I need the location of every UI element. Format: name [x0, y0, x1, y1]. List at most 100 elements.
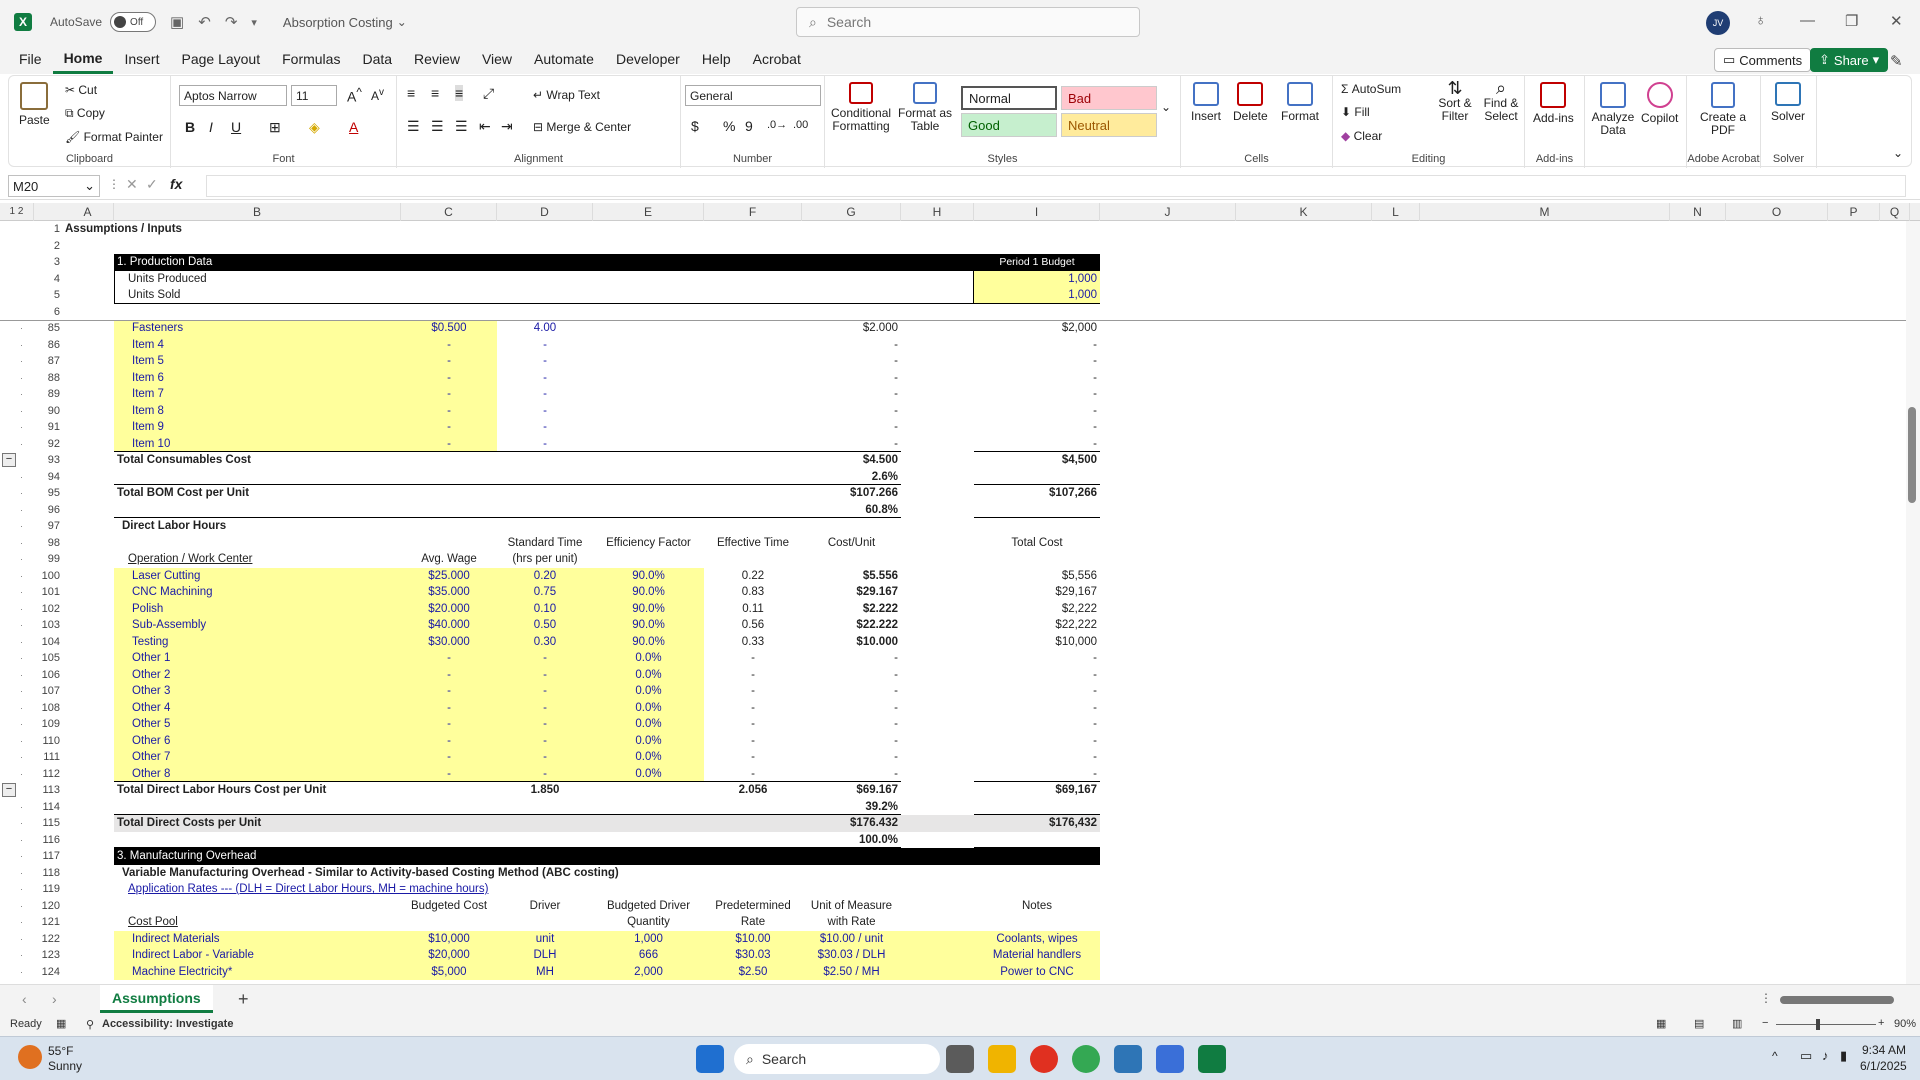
- style-neutral[interactable]: Neutral: [1061, 113, 1157, 137]
- decrease-decimal-icon[interactable]: .00: [793, 119, 808, 131]
- horizontal-scrollbar[interactable]: [1780, 996, 1894, 1004]
- tab-formulas[interactable]: Formulas: [271, 44, 351, 74]
- row-number[interactable]: 4: [34, 271, 60, 288]
- row-number[interactable]: 111: [34, 749, 60, 766]
- row-number[interactable]: 102: [34, 601, 60, 618]
- fill-button[interactable]: ⬇ Fill: [1341, 105, 1370, 119]
- restore-icon[interactable]: ❐: [1845, 12, 1858, 30]
- font-color-icon[interactable]: A: [349, 119, 358, 135]
- align-left-icon[interactable]: ☰: [407, 118, 420, 135]
- row-number[interactable]: 99: [34, 551, 60, 568]
- find-select-button[interactable]: ⌕ Find & Select: [1479, 79, 1523, 123]
- worksheet-grid[interactable]: 1 Assumptions / Inputs 2 3 1. Production Dat…: [0, 221, 1910, 984]
- comma-icon[interactable]: 9: [745, 118, 753, 134]
- row-number[interactable]: 124: [34, 964, 60, 981]
- tab-view[interactable]: View: [471, 44, 523, 74]
- cut-button[interactable]: ✂ Cut: [65, 83, 97, 97]
- row-number[interactable]: 108: [34, 700, 60, 717]
- formula-input[interactable]: [206, 175, 1906, 197]
- row-number[interactable]: 94: [34, 469, 60, 486]
- vertical-scrollbar[interactable]: [1906, 221, 1920, 984]
- row-number[interactable]: 100: [34, 568, 60, 585]
- format-painter-button[interactable]: 🖌 Format Painter: [65, 130, 163, 144]
- align-top-icon[interactable]: ≡: [407, 85, 415, 101]
- excel-taskbar-icon[interactable]: [1198, 1045, 1226, 1073]
- tab-home[interactable]: Home: [52, 44, 114, 74]
- align-center-icon[interactable]: ☰: [431, 118, 444, 135]
- avatar[interactable]: JV: [1706, 11, 1730, 35]
- network-icon[interactable]: ▭: [1800, 1048, 1812, 1064]
- undo-icon[interactable]: ↶: [198, 13, 211, 31]
- comments-button[interactable]: ▭ Comments: [1714, 48, 1812, 72]
- underline-icon[interactable]: U: [231, 119, 241, 135]
- currency-icon[interactable]: $: [691, 118, 699, 134]
- battery-icon[interactable]: ▮: [1840, 1048, 1847, 1064]
- row-number[interactable]: 122: [34, 931, 60, 948]
- format-as-table-button[interactable]: Format as Table: [897, 82, 953, 133]
- task-view-icon[interactable]: [946, 1045, 974, 1073]
- copy-button[interactable]: ⧉ Copy: [65, 106, 105, 121]
- row-number[interactable]: 118: [34, 865, 60, 882]
- save-icon[interactable]: ▣: [170, 13, 184, 31]
- customize-toolbar-icon[interactable]: ▾: [251, 16, 257, 29]
- copilot-pane-icon[interactable]: ✎: [1890, 52, 1903, 70]
- clear-button[interactable]: ◆ Clear: [1341, 129, 1382, 143]
- column-header-b[interactable]: B: [114, 203, 401, 221]
- close-icon[interactable]: ✕: [1890, 12, 1903, 30]
- row-number[interactable]: 87: [34, 353, 60, 370]
- row-number[interactable]: 112: [34, 766, 60, 783]
- row-number[interactable]: 114: [34, 799, 60, 816]
- styles-more-icon[interactable]: ⌄: [1161, 100, 1171, 114]
- row-number[interactable]: 109: [34, 716, 60, 733]
- merge-center-button[interactable]: ⊟ Merge & Center: [533, 120, 631, 134]
- row-number[interactable]: 117: [34, 848, 60, 865]
- column-header-f[interactable]: F: [704, 203, 802, 221]
- zoom-out-icon[interactable]: −: [1762, 1017, 1768, 1029]
- clock-time[interactable]: 9:34 AM: [1862, 1043, 1906, 1057]
- row-number[interactable]: 96: [34, 502, 60, 519]
- row-number[interactable]: 104: [34, 634, 60, 651]
- lightbulb-icon[interactable]: ♁: [1755, 12, 1766, 29]
- tab-help[interactable]: Help: [691, 44, 742, 74]
- borders-icon[interactable]: ⊞: [269, 119, 281, 136]
- snipping-tool-icon[interactable]: [1114, 1045, 1142, 1073]
- row-number[interactable]: 98: [34, 535, 60, 552]
- increase-indent-icon[interactable]: ⇥: [501, 118, 513, 135]
- sheet-options-icon[interactable]: ⋮: [1760, 991, 1772, 1005]
- conditional-formatting-button[interactable]: Conditional Formatting: [831, 82, 891, 133]
- page-layout-view-icon[interactable]: ▤: [1694, 1017, 1704, 1030]
- row-number[interactable]: 123: [34, 947, 60, 964]
- create-pdf-button[interactable]: Create a PDF: [1699, 82, 1747, 137]
- paste-button[interactable]: Paste: [19, 82, 50, 127]
- decrease-indent-icon[interactable]: ⇤: [479, 118, 491, 135]
- zoom-in-icon[interactable]: +: [1878, 1017, 1884, 1029]
- autosave-toggle[interactable]: Off: [110, 12, 157, 32]
- row-number[interactable]: 5: [34, 287, 60, 304]
- column-header-q[interactable]: Q: [1880, 203, 1910, 221]
- row-number[interactable]: 113: [34, 782, 60, 799]
- accessibility-icon[interactable]: ⚲: [86, 1018, 94, 1031]
- increase-decimal-icon[interactable]: .0→: [767, 119, 787, 131]
- font-size-select[interactable]: 11: [291, 85, 337, 106]
- row-number[interactable]: 3: [34, 254, 60, 271]
- row-number[interactable]: 86: [34, 337, 60, 354]
- style-bad[interactable]: Bad: [1061, 86, 1157, 110]
- row-number[interactable]: 103: [34, 617, 60, 634]
- enter-icon[interactable]: ✓: [146, 176, 158, 193]
- column-header-i[interactable]: I: [974, 203, 1100, 221]
- column-header-k[interactable]: K: [1236, 203, 1372, 221]
- share-button[interactable]: ⇪ Share ▾: [1810, 48, 1889, 72]
- row-number[interactable]: 88: [34, 370, 60, 387]
- scroll-thumb[interactable]: [1908, 407, 1916, 503]
- start-icon[interactable]: [696, 1045, 724, 1073]
- percent-icon[interactable]: %: [723, 118, 735, 134]
- number-format-select[interactable]: General: [685, 85, 821, 106]
- cancel-icon[interactable]: ✕: [126, 176, 138, 193]
- tab-file[interactable]: File: [8, 44, 53, 74]
- sheet-tab-assumptions[interactable]: Assumptions: [100, 985, 213, 1013]
- tab-data[interactable]: Data: [351, 44, 403, 74]
- minimize-icon[interactable]: —: [1800, 12, 1815, 29]
- collapse-group-icon[interactable]: −: [2, 453, 16, 467]
- row-number[interactable]: 6: [34, 304, 60, 321]
- row-number[interactable]: 95: [34, 485, 60, 502]
